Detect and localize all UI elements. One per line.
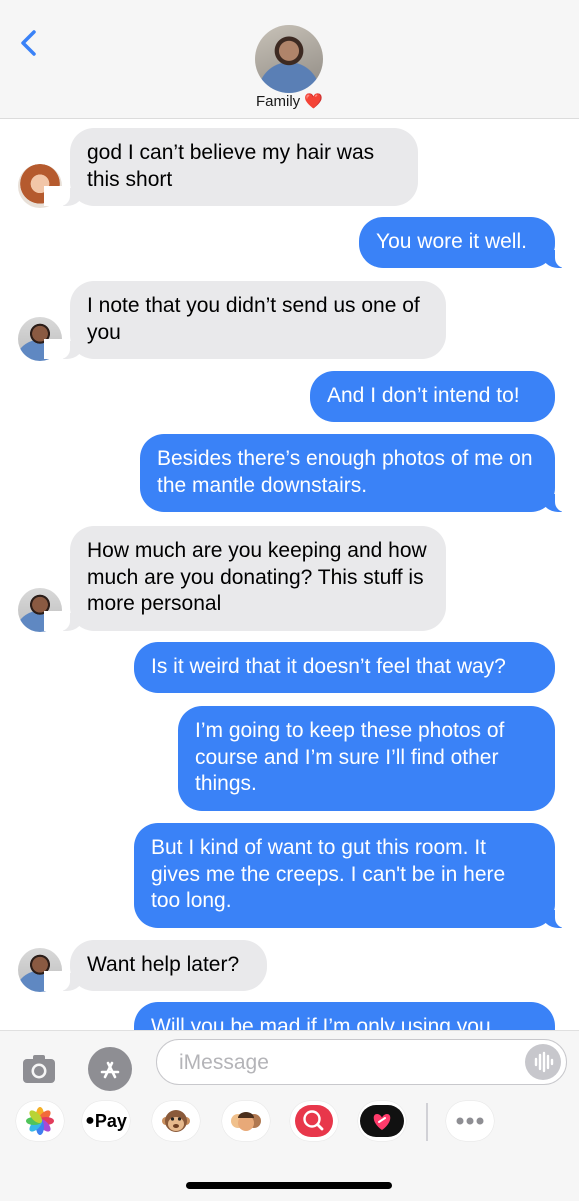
incoming-message-bubble[interactable]: How much are you keeping and how much ar… [44,526,446,631]
memoji-stickers-app-button[interactable] [222,1101,270,1141]
app-store-button[interactable] [88,1047,132,1091]
message-text: But I kind of want to gut this room. It … [151,836,506,912]
message-text: I’m going to keep these photos of course… [195,719,505,795]
outgoing-message-bubble[interactable]: You wore it well. [359,217,579,268]
globe-search-icon [295,1105,333,1137]
message-text: Will you be mad if I’m only using you [151,1015,491,1030]
outgoing-message-bubble[interactable]: But I kind of want to gut this room. It … [134,823,579,928]
heart-emoji: ❤️ [304,93,324,110]
chevron-left-icon [21,30,36,56]
image-search-app-button[interactable] [290,1101,338,1141]
message-composer: iMessage ● Pay [0,1030,579,1201]
app-store-icon [100,1061,120,1079]
camera-icon [23,1055,55,1083]
outgoing-message-bubble[interactable]: And I don’t intend to! [310,371,555,422]
outgoing-message-bubble[interactable]: Is it weird that it doesn’t feel that wa… [134,642,555,693]
outgoing-message-bubble[interactable]: Besides there’s enough photos of me on t… [140,434,579,512]
digital-touch-icon [360,1105,404,1137]
apple-pay-app-button[interactable]: ● Pay [82,1101,130,1141]
photos-icon [26,1107,54,1135]
message-text: And I don’t intend to! [327,384,520,407]
message-text: Is it weird that it doesn’t feel that wa… [151,655,506,678]
app-drawer-divider [426,1103,428,1141]
outgoing-message-bubble[interactable]: Will you be mad if I’m only using you [134,1002,555,1030]
monkey-icon [162,1110,190,1132]
message-text: How much are you keeping and how much ar… [87,539,427,615]
photos-app-button[interactable] [16,1101,64,1141]
back-button[interactable] [14,26,44,60]
message-text: god I can’t believe my hair was this sho… [87,141,375,191]
memoji-icon [231,1112,261,1131]
home-indicator[interactable] [186,1182,392,1189]
incoming-message-bubble[interactable]: god I can’t believe my hair was this sho… [44,128,418,206]
apple-pay-label: Pay [94,1110,127,1131]
apple-logo-icon: ● [85,1112,95,1129]
input-placeholder: iMessage [179,1051,269,1074]
message-text: I note that you didn’t send us one of yo… [87,294,420,344]
outgoing-message-bubble[interactable]: I’m going to keep these photos of course… [178,706,555,811]
more-apps-button[interactable] [446,1101,494,1141]
imessage-input[interactable]: iMessage [156,1039,567,1085]
digital-touch-app-button[interactable] [358,1101,406,1141]
message-text: Want help later? [87,953,240,976]
ellipsis-icon [456,1117,484,1125]
message-thread[interactable]: god I can’t believe my hair was this sho… [0,118,579,1030]
incoming-message-bubble[interactable]: Want help later? [44,940,267,991]
conversation-header: Family ❤️ [0,0,579,119]
app-drawer: ● Pay [0,1101,579,1149]
contact-name-text: Family [255,93,301,110]
audio-message-button[interactable] [525,1044,561,1080]
contact-avatar[interactable] [255,25,323,93]
animoji-app-button[interactable] [152,1101,200,1141]
incoming-message-bubble[interactable]: I note that you didn’t send us one of yo… [44,281,446,359]
message-text: You wore it well. [376,230,527,253]
camera-button[interactable] [20,1049,58,1087]
contact-name[interactable]: Family ❤️ [0,92,579,110]
waveform-icon [534,1051,554,1073]
message-text: Besides there’s enough photos of me on t… [157,447,533,497]
